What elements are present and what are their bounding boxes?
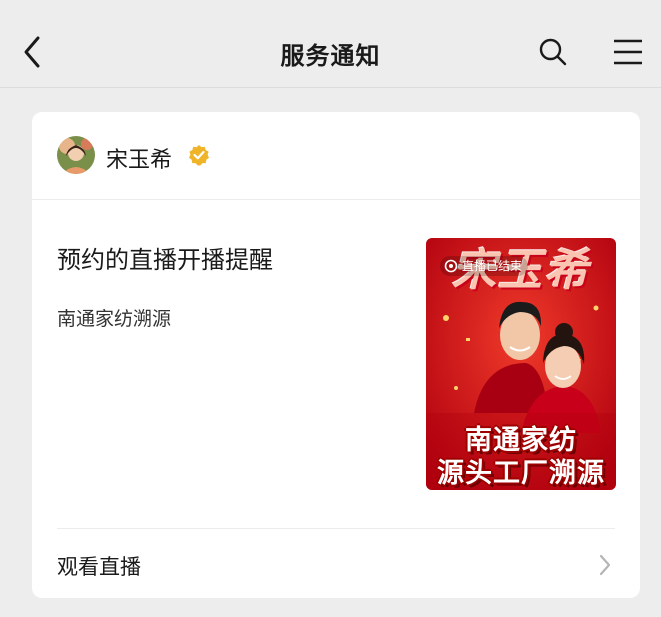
avatar[interactable] [57, 136, 95, 174]
live-ended-icon [444, 259, 458, 273]
live-cover-thumbnail[interactable]: 宋玉希 直播已结束 南通家纺 源头工厂溯源 [426, 238, 616, 490]
live-status-text: 直播已结束 [462, 259, 523, 273]
notification-subtitle: 南通家纺溯源 [57, 308, 172, 330]
watch-live-label[interactable]: 观看直播 [57, 551, 141, 581]
hamburger-menu-icon[interactable] [612, 38, 644, 66]
notification-title: 预约的直播开播提醒 [57, 246, 273, 274]
account-name[interactable]: 宋玉希 [106, 142, 172, 174]
notification-card[interactable]: 宋玉希 预约的直播开播提醒 南通家纺溯源 宋玉希 直播已结束 南通家纺 源头工厂… [32, 112, 640, 598]
chevron-right-icon [599, 554, 611, 576]
search-icon[interactable] [538, 37, 568, 67]
verified-badge-icon [189, 145, 209, 166]
watch-live-row[interactable]: 观看直播 [32, 529, 640, 598]
cover-headline-line2: 源头工厂溯源 [437, 458, 605, 489]
navigation-bar: 服务通知 [0, 0, 661, 88]
live-status-badge: 直播已结束 [440, 256, 529, 276]
card-header[interactable]: 宋玉希 [32, 112, 640, 200]
